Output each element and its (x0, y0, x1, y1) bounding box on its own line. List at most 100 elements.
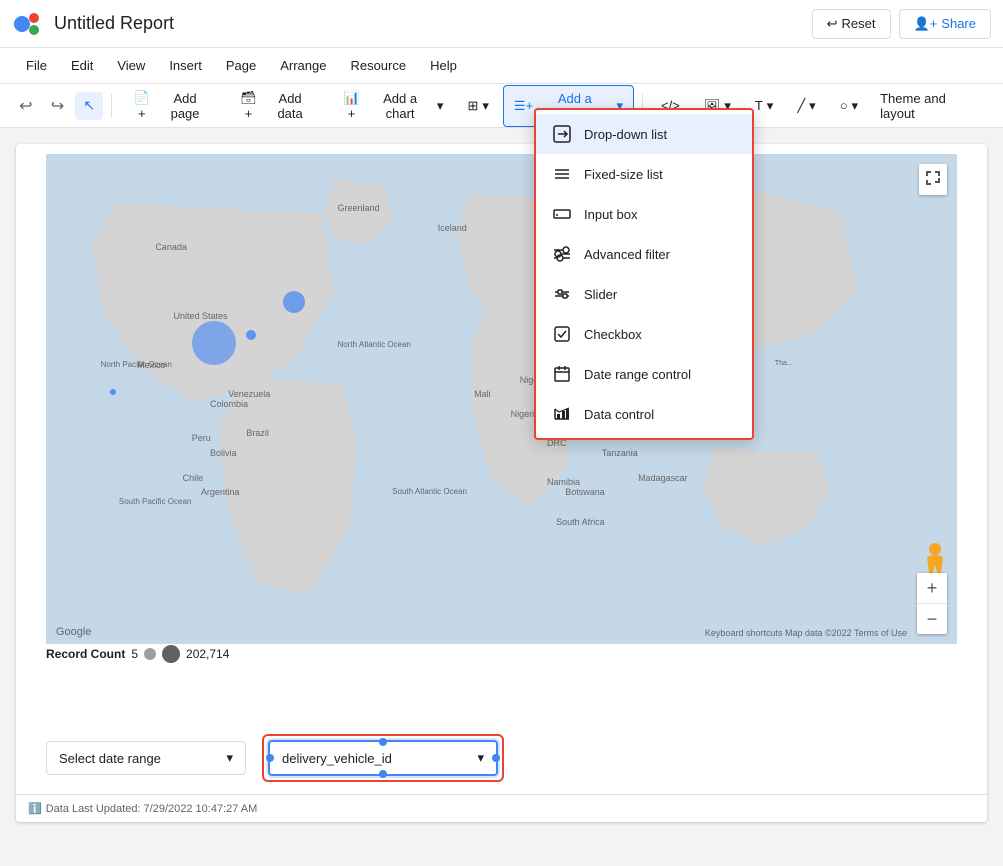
map-background: Greenland Canada United States Mexico No… (46, 154, 957, 644)
dropdown-value: delivery_vehicle_id (282, 751, 392, 766)
add-chart-button[interactable]: 📊+ Add a chart ▾ (330, 85, 454, 126)
info-icon: ℹ️ (28, 802, 42, 815)
map-label-venezuela: Venezuela (228, 389, 270, 399)
text-chevron: ▾ (767, 98, 774, 114)
add-control-dropdown-menu: Drop-down list Fixed-size list Input box (534, 108, 754, 440)
map-label-argentina: Argentina (201, 487, 240, 497)
dropdown-list-icon (552, 124, 572, 144)
map-label-bolivia: Bolivia (210, 448, 237, 458)
toolbar-separator-1 (111, 94, 112, 118)
map-label-brazil: Brazil (246, 428, 269, 438)
add-chart-chevron: ▾ (437, 98, 444, 114)
slider-icon (552, 284, 572, 304)
add-page-icon: 📄+ (130, 90, 154, 121)
dropdown-control[interactable]: delivery_vehicle_id ▾ (268, 740, 498, 776)
text-icon: T (755, 98, 763, 113)
add-data-button[interactable]: 🗃+ Add data (227, 85, 326, 126)
menu-item-fixed-size-list-label: Fixed-size list (584, 167, 663, 182)
shape-icon: ○ (840, 98, 848, 113)
map-area: Greenland Canada United States Mexico No… (46, 154, 957, 644)
menu-item-checkbox-label: Checkbox (584, 327, 642, 342)
add-page-button[interactable]: 📄+ Add page (120, 85, 223, 126)
date-range-label: Select date range (59, 751, 161, 766)
map-label-np-ocean: North Pacific Ocean (101, 360, 172, 369)
menu-item-fixed-size-list[interactable]: Fixed-size list (536, 154, 752, 194)
menu-help[interactable]: Help (420, 54, 467, 77)
menu-item-dropdown-list-label: Drop-down list (584, 127, 667, 142)
map-zoom-in-button[interactable]: + (917, 573, 947, 603)
menu-item-checkbox[interactable]: Checkbox (536, 314, 752, 354)
share-label: Share (941, 16, 976, 31)
map-label-madagascar: Madagascar (638, 473, 688, 483)
menu-item-data-control[interactable]: Data control (536, 394, 752, 434)
menu-insert[interactable]: Insert (159, 54, 212, 77)
handle-top[interactable] (379, 738, 387, 746)
share-icon: 👤+ (914, 16, 938, 32)
menu-item-data-control-label: Data control (584, 407, 654, 422)
map-label-south-africa: South Africa (556, 517, 605, 527)
reset-button[interactable]: ↩ Reset (812, 9, 891, 39)
report-canvas: Greenland Canada United States Mexico No… (16, 144, 987, 822)
shape-button[interactable]: ○ ▾ (830, 93, 868, 119)
data-point-pacific (110, 389, 116, 395)
map-label-colombia: Colombia (210, 399, 248, 409)
map-label-canada: Canada (155, 242, 187, 252)
theme-layout-label[interactable]: Theme and layout (872, 86, 991, 126)
map-label-iceland: Iceland (438, 223, 467, 233)
title-bar: Untitled Report ↩ Reset 👤+ Share (0, 0, 1003, 48)
select-tool[interactable]: ↖ (75, 92, 103, 120)
shape-chevron: ▾ (852, 98, 859, 114)
handle-right[interactable] (492, 754, 500, 762)
menu-view[interactable]: View (107, 54, 155, 77)
map-label-sa-ocean: South Pacific Ocean (119, 497, 191, 506)
redo-button[interactable]: ↪ (44, 92, 72, 120)
map-label-tanzania: Tanzania (602, 448, 638, 458)
menu-edit[interactable]: Edit (61, 54, 103, 77)
menu-item-slider[interactable]: Slider (536, 274, 752, 314)
menu-item-advanced-filter[interactable]: Advanced filter (536, 234, 752, 274)
menu-file[interactable]: File (16, 54, 57, 77)
menu-arrange[interactable]: Arrange (270, 54, 336, 77)
connect-button[interactable]: ⊞ ▾ (457, 93, 498, 119)
menu-item-input-box[interactable]: Input box (536, 194, 752, 234)
advanced-filter-icon (552, 244, 572, 264)
canvas-area: Greenland Canada United States Mexico No… (0, 128, 1003, 838)
bottom-controls: Select date range ▾ delivery_vehicle_id … (46, 734, 957, 782)
app-logo (12, 8, 44, 40)
handle-bottom[interactable] (379, 770, 387, 778)
toolbar: ↩ ↪ ↖ 📄+ Add page 🗃+ Add data 📊+ Add a c… (0, 84, 1003, 128)
map-label-thailand: Tha... (775, 360, 793, 367)
legend-dot1 (144, 648, 156, 660)
status-text: Data Last Updated: 7/29/2022 10:47:27 AM (46, 803, 258, 815)
line-button[interactable]: ╱ ▾ (787, 93, 825, 119)
reset-label: Reset (842, 16, 876, 31)
data-point-usa-large (192, 321, 236, 365)
data-point-usa-medium (283, 291, 305, 313)
date-range-chevron: ▾ (226, 750, 233, 766)
map-label-chile: Chile (183, 473, 204, 483)
menu-resource[interactable]: Resource (340, 54, 416, 77)
map-label-namibia: Namibia (547, 477, 580, 487)
menu-item-input-box-label: Input box (584, 207, 638, 222)
menu-item-dropdown-list[interactable]: Drop-down list (536, 114, 752, 154)
map-label-us: United States (174, 311, 228, 321)
dropdown-selection-border: delivery_vehicle_id ▾ (262, 734, 504, 782)
add-data-icon: 🗃+ (237, 90, 261, 121)
menu-page[interactable]: Page (216, 54, 266, 77)
date-range-control[interactable]: Select date range ▾ (46, 741, 246, 775)
menu-item-advanced-filter-label: Advanced filter (584, 247, 670, 262)
handle-left[interactable] (266, 754, 274, 762)
menu-item-slider-label: Slider (584, 287, 617, 302)
title-bar-actions: ↩ Reset 👤+ Share (812, 9, 991, 39)
legend-dot2 (162, 645, 180, 663)
map-zoom-out-button[interactable]: − (917, 604, 947, 634)
share-button[interactable]: 👤+ Share (899, 9, 991, 39)
reset-icon: ↩ (827, 16, 838, 32)
undo-button[interactable]: ↩ (12, 92, 40, 120)
map-label-sa-ocean2: South Atlantic Ocean (392, 487, 467, 496)
calendar-icon (552, 364, 572, 384)
line-chevron: ▾ (809, 98, 816, 114)
map-fullscreen-button[interactable] (919, 164, 947, 195)
menu-item-date-range[interactable]: Date range control (536, 354, 752, 394)
data-control-icon (552, 404, 572, 424)
